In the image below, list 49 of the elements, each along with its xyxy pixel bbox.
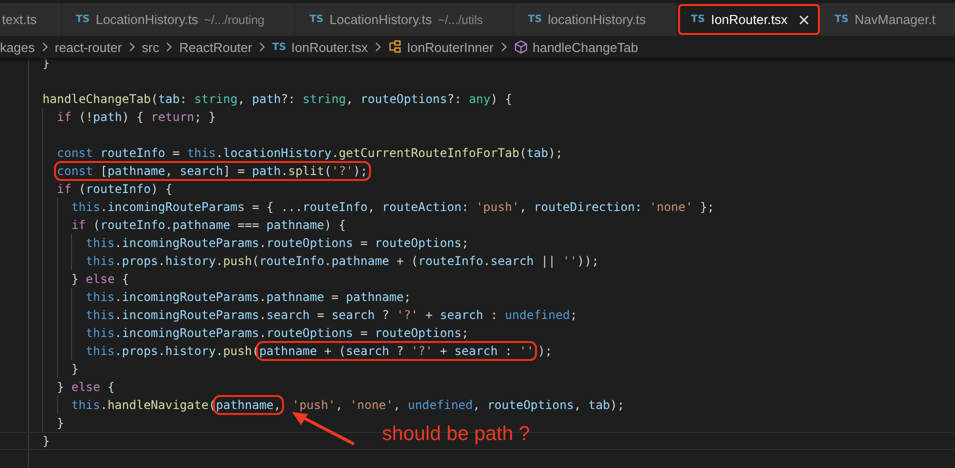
code-line: } else {: [70, 271, 130, 288]
code-line: } else {: [56, 379, 115, 396]
code-line: this.handleNavigate(pathname, 'push', 'none', undefined, routeOptions, tab);: [28, 396, 624, 414]
class-icon: [388, 40, 402, 54]
file-type-icon: TS: [272, 42, 286, 52]
editor-tab[interactable]: TS LocationHistory.ts ~/.../routing: [62, 3, 296, 36]
code-line: }: [41, 55, 50, 72]
breadcrumb-item[interactable]: handleChangeTab: [532, 40, 638, 54]
code-line: }: [70, 361, 79, 378]
editor-tab[interactable]: TS locationHistory.ts: [514, 3, 677, 36]
annotation-text: should be path ?: [382, 423, 530, 446]
code-line: if (routeInfo) {: [56, 181, 173, 198]
code-line: this.incomingRouteParams.pathname = pathname;: [84, 289, 411, 306]
code-line: }: [56, 415, 64, 432]
file-type-icon: TS: [834, 14, 849, 25]
arrow-icon: [290, 410, 356, 446]
code-line: const [pathname, search] = path.split('?');: [56, 162, 372, 180]
editor-tab[interactable]: TS IonRouter.tsx: [676, 3, 821, 36]
breadcrumb-item[interactable]: ReactRouter: [179, 40, 252, 54]
code-line: }: [41, 433, 50, 449]
chevron-icon: [40, 41, 49, 53]
file-type-icon: TS: [309, 14, 324, 25]
breadcrumb-item[interactable]: react-router: [54, 40, 122, 54]
close-icon: [798, 14, 810, 26]
chevron-icon: [128, 41, 136, 53]
chevron-icon: [165, 41, 174, 53]
code-line: this.props.history.push(routeInfo.pathname + (routeInfo.search || ''));: [84, 253, 599, 270]
file-type-icon: TS: [528, 14, 542, 25]
code-line: this.incomingRouteParams.search = search ? '?' + search : undefined;: [84, 307, 578, 324]
chevron-icon: [374, 41, 382, 53]
code-line: this.incomingRouteParams = { ...routeInfo, routeAction: 'push', routeDirection: 'none' };: [70, 199, 714, 216]
breadcrumb-item[interactable]: IonRouter.tsx: [291, 40, 368, 54]
chevron-icon: [500, 41, 508, 53]
code-line: if (!path) { return; }: [56, 109, 216, 126]
code-line: if (routeInfo.pathname === pathname) {: [70, 217, 346, 234]
breadcrumb-item[interactable]: IonRouterInner: [406, 40, 494, 54]
code-line: this.incomingRouteParams.routeOptions = routeOptions;: [84, 325, 469, 342]
chevron-icon: [258, 41, 266, 53]
editor-tab[interactable]: TS NavManager.t: [820, 3, 955, 36]
breadcrumb-item[interactable]: kages: [0, 40, 35, 54]
breadcrumb-item[interactable]: src: [142, 40, 160, 54]
cube-icon: [514, 40, 528, 54]
file-type-icon: TS: [76, 14, 90, 25]
file-type-icon: TS: [690, 14, 705, 25]
editor-tab[interactable]: text.ts: [0, 3, 62, 36]
code-line: const routeInfo = this.locationHistory.getCurrentRouteInfoForTab(tab);: [56, 145, 563, 162]
editor-tab[interactable]: TS LocationHistory.ts ~/.../utils: [295, 3, 514, 36]
code-line: handleChangeTab(tab: string, path?: string, routeOptions?: any) {: [41, 91, 512, 108]
code-line: this.incomingRouteParams.routeOptions = routeOptions;: [84, 235, 469, 252]
